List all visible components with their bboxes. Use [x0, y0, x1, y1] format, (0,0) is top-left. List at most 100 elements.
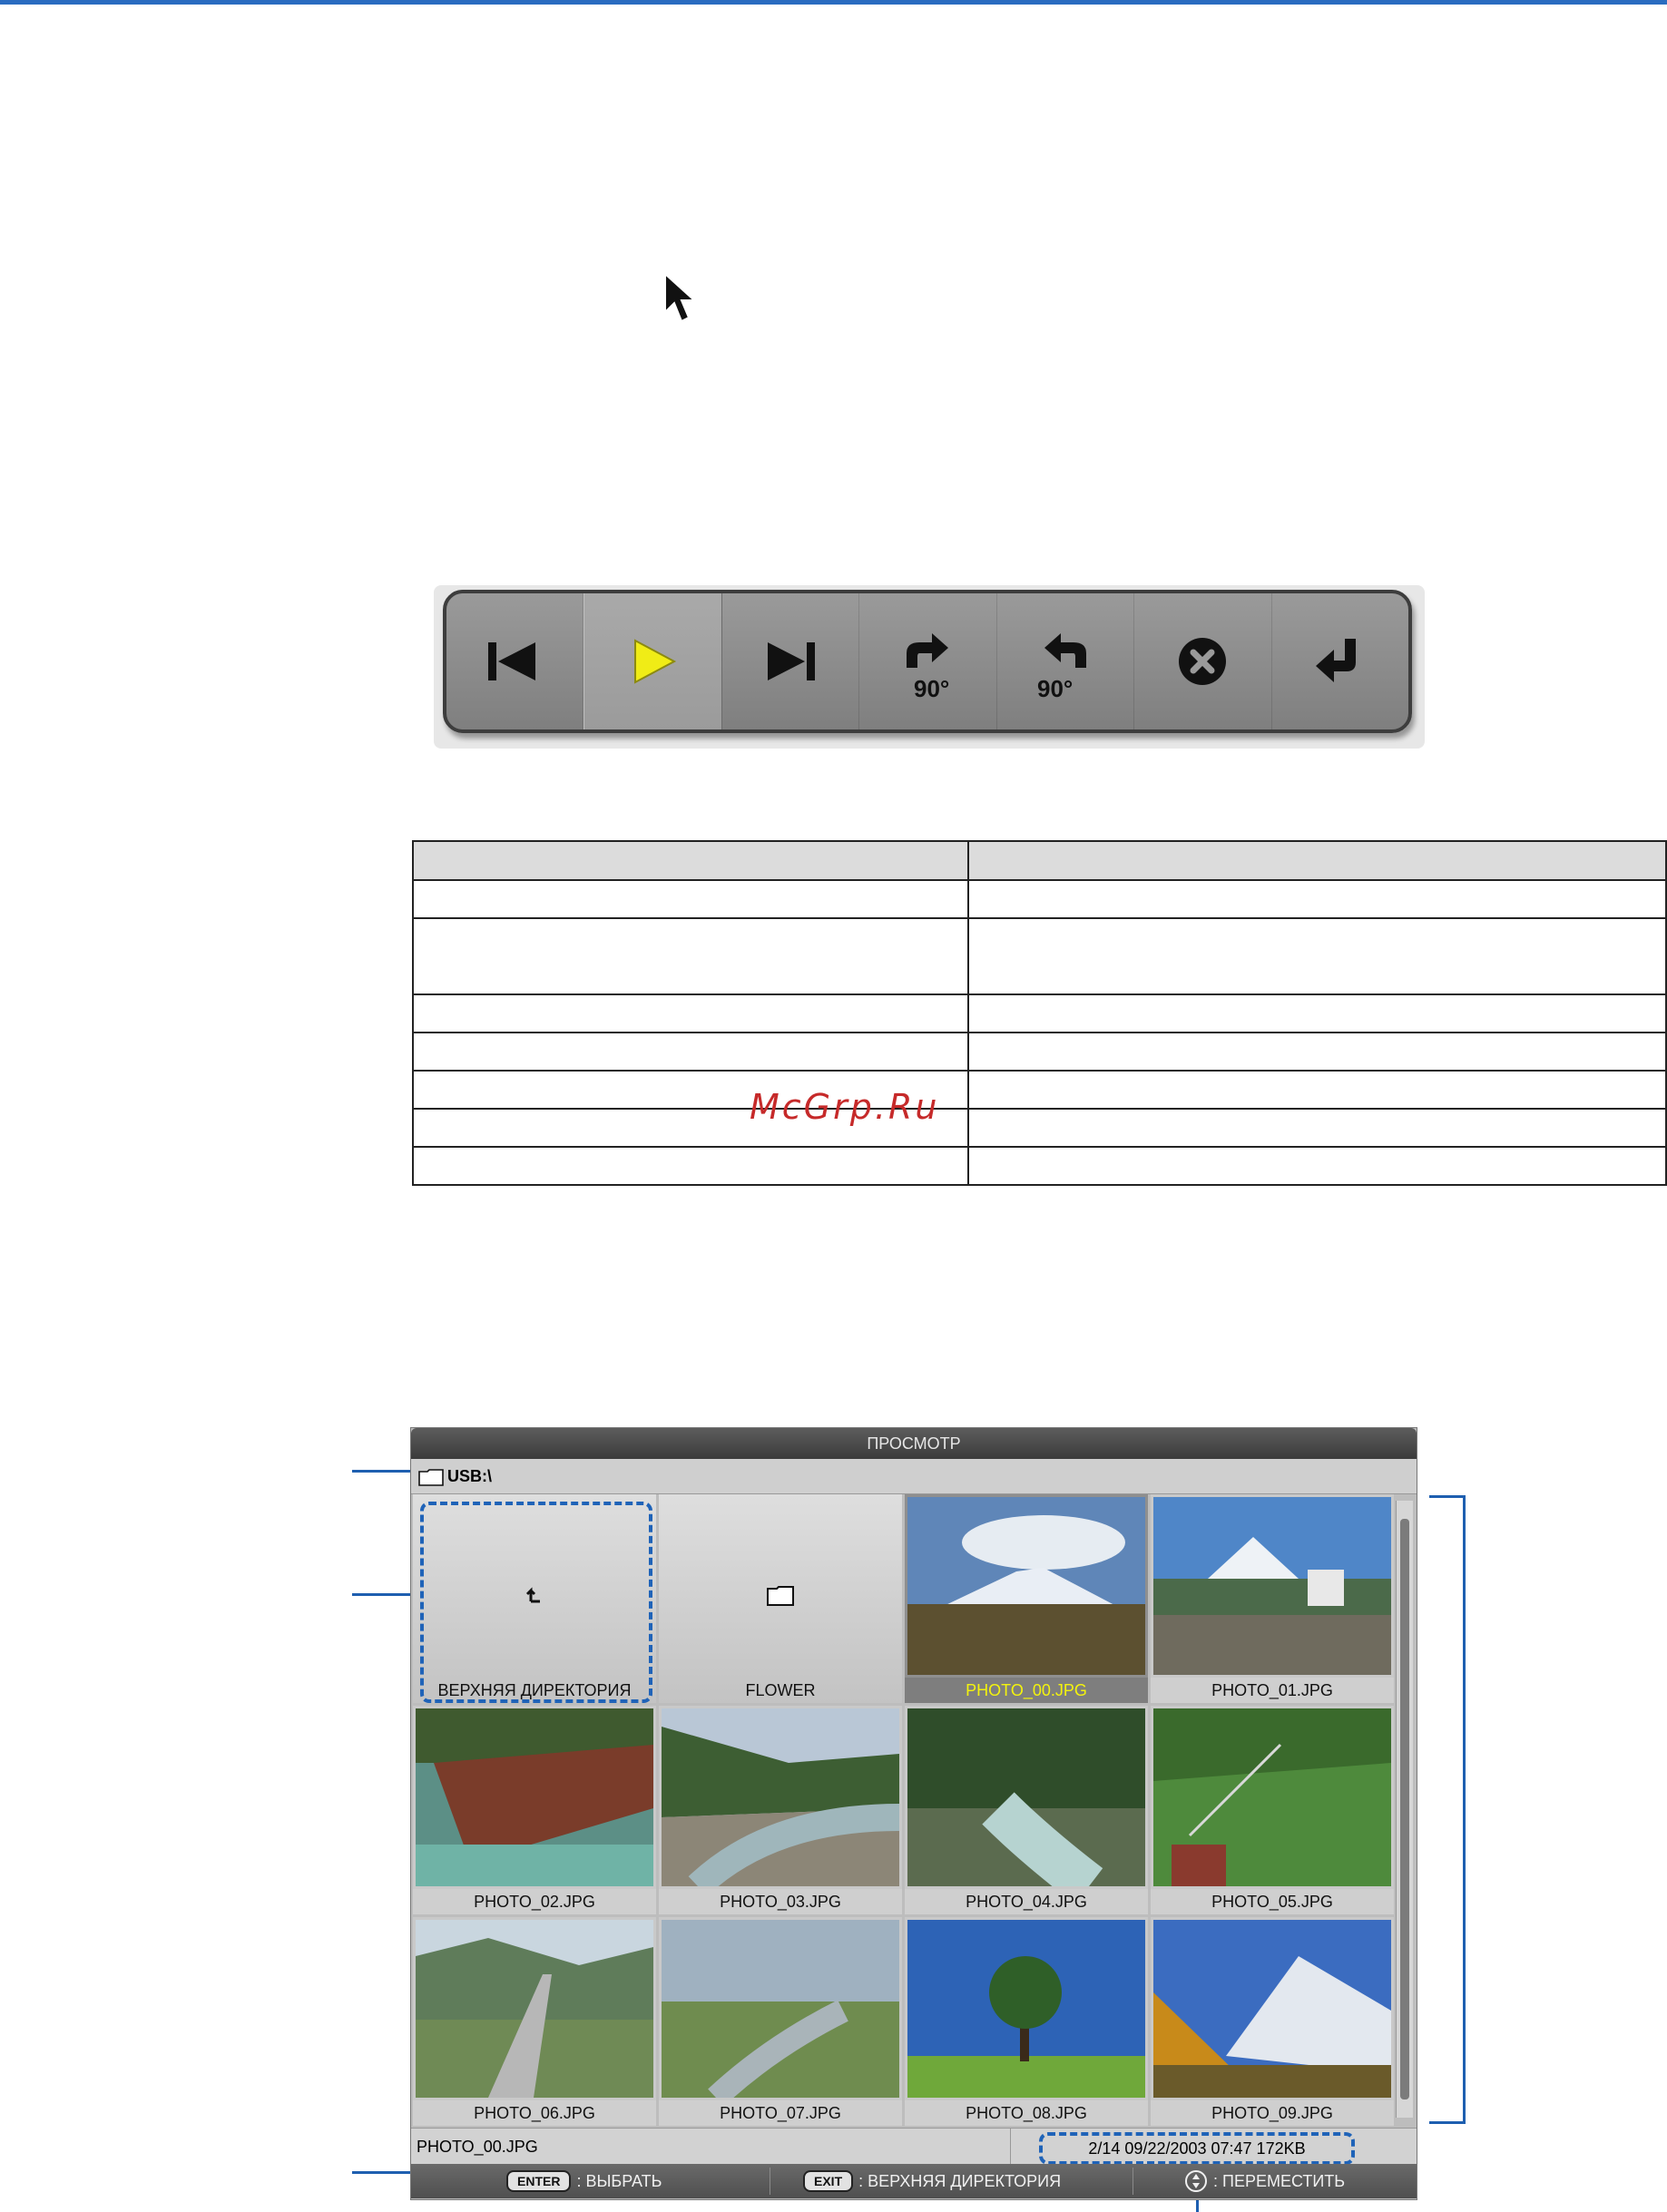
scroll-thumb[interactable]	[1400, 1519, 1409, 2099]
photo-thumbnail	[1153, 1920, 1391, 2098]
tile-photo[interactable]: PHOTO_08.JPG	[905, 1917, 1148, 2126]
table-header-row	[412, 840, 1667, 881]
tile-folder-flower[interactable]: FLOWER	[659, 1494, 902, 1703]
tile-caption: FLOWER	[745, 1681, 816, 1699]
table-cell	[967, 879, 1667, 919]
callout-line-filename	[352, 2171, 416, 2174]
tile-caption: PHOTO_09.JPG	[1151, 2100, 1394, 2126]
function-table	[412, 840, 1667, 1186]
tile-caption: PHOTO_07.JPG	[659, 2100, 902, 2126]
skip-back-icon	[488, 642, 536, 680]
skip-forward-icon	[768, 642, 816, 680]
tile-caption: PHOTO_01.JPG	[1151, 1678, 1394, 1703]
table-cell	[967, 1032, 1667, 1072]
tile-photo[interactable]: PHOTO_05.JPG	[1151, 1706, 1394, 1914]
top-rule	[0, 0, 1667, 5]
play-icon	[633, 639, 676, 684]
mouse-pointer-icon	[664, 272, 697, 323]
table-row	[412, 1108, 1667, 1148]
help-move: : ПЕРЕМЕСТИТЬ	[1184, 2164, 1345, 2198]
table-row	[412, 993, 1667, 1033]
table-cell	[967, 1070, 1667, 1110]
tile-caption: PHOTO_02.JPG	[413, 1889, 656, 1914]
tile-photo[interactable]: PHOTO_06.JPG	[413, 1917, 656, 2126]
table-header-cell	[412, 840, 969, 881]
table-cell	[412, 917, 969, 995]
tile-photo[interactable]: PHOTO_09.JPG	[1151, 1917, 1394, 2126]
folder-icon	[418, 1469, 444, 1486]
rotate-left-icon: 90°	[1037, 633, 1086, 702]
enter-key-icon: ENTER	[506, 2170, 572, 2192]
previous-button[interactable]	[446, 593, 584, 729]
callout-bracket-top	[1429, 1495, 1466, 1498]
photo-thumbnail	[907, 1920, 1145, 2098]
tile-photo[interactable]: PHOTO_07.JPG	[659, 1917, 902, 2126]
close-icon	[1179, 638, 1227, 685]
photo-thumbnail	[907, 1497, 1145, 1675]
table-cell	[412, 993, 969, 1033]
tile-caption: PHOTO_04.JPG	[905, 1889, 1148, 1914]
callout-line-tile	[352, 1593, 419, 1596]
table-cell	[412, 1032, 969, 1072]
table-row	[412, 917, 1667, 995]
photo-thumbnail	[1153, 1497, 1391, 1675]
help-bar: ENTER : ВЫБРАТЬ EXIT : ВЕРХНЯЯ ДИРЕКТОРИ…	[411, 2164, 1417, 2198]
table-cell	[412, 879, 969, 919]
tile-photo[interactable]: PHOTO_01.JPG	[1151, 1494, 1394, 1703]
tile-photo[interactable]: PHOTO_00.JPG	[905, 1494, 1148, 1703]
photo-thumbnail	[662, 1708, 899, 1886]
table-row	[412, 1146, 1667, 1186]
vertical-scrollbar[interactable]	[1396, 1501, 1413, 2118]
exit-key-icon: EXIT	[803, 2170, 854, 2192]
tile-caption: PHOTO_08.JPG	[905, 2100, 1148, 2126]
folder-icon	[767, 1586, 794, 1606]
return-icon	[1315, 639, 1356, 682]
tile-up-folder[interactable]: ВЕРХНЯЯ ДИРЕКТОРИЯ	[413, 1494, 656, 1703]
table-cell	[967, 917, 1667, 995]
tile-photo[interactable]: PHOTO_04.JPG	[905, 1706, 1148, 1914]
tile-caption: PHOTO_03.JPG	[659, 1889, 902, 1914]
table-cell	[967, 993, 1667, 1033]
help-enter: ENTER : ВЫБРАТЬ	[506, 2164, 662, 2198]
close-button[interactable]	[1134, 593, 1272, 729]
control-bar: 90° 90°	[443, 590, 1412, 733]
thumbnail-grid: ВЕРХНЯЯ ДИРЕКТОРИЯ FLOWER PHOTO_00.JPG P…	[411, 1494, 1395, 2126]
callout-bracket-side	[1463, 1495, 1466, 2124]
current-path: USB:\	[447, 1467, 492, 1485]
tile-caption: PHOTO_00.JPG	[905, 1678, 1148, 1703]
callout-line-path	[352, 1470, 416, 1473]
table-row	[412, 1032, 1667, 1072]
table-cell	[967, 1108, 1667, 1148]
rotate-left-label: 90°	[1037, 675, 1073, 702]
status-divider	[1010, 2129, 1011, 2165]
tile-photo[interactable]: PHOTO_02.JPG	[413, 1706, 656, 1914]
photo-thumbnail	[416, 1708, 653, 1886]
photo-thumbnail	[1153, 1708, 1391, 1886]
help-exit: EXIT : ВЕРХНЯЯ ДИРЕКТОРИЯ	[803, 2164, 1061, 2198]
table-cell	[412, 1146, 969, 1186]
photo-thumbnail	[907, 1708, 1145, 1886]
status-file-info: 2/14 09/22/2003 07:47 172KB	[1039, 2132, 1355, 2165]
table-row	[412, 1070, 1667, 1110]
rotate-right-label: 90°	[914, 675, 949, 702]
rotate-left-button[interactable]: 90°	[997, 593, 1135, 729]
up-arrow-icon	[525, 1587, 540, 1603]
callout-bracket-bottom	[1429, 2121, 1466, 2124]
table-row	[412, 879, 1667, 919]
tile-photo[interactable]: PHOTO_03.JPG	[659, 1706, 902, 1914]
watermark: McGrp.Ru	[750, 1087, 940, 1127]
viewer-title: ПРОСМОТР	[411, 1428, 1417, 1459]
arrow-pad-icon	[1185, 2170, 1207, 2192]
tile-caption: PHOTO_05.JPG	[1151, 1889, 1394, 1914]
rotate-right-icon: 90°	[907, 633, 950, 702]
photo-thumbnail	[416, 1920, 653, 2098]
rotate-right-button[interactable]: 90°	[859, 593, 997, 729]
play-button[interactable]	[583, 593, 722, 729]
table-cell	[967, 1146, 1667, 1186]
return-button[interactable]	[1272, 593, 1408, 729]
next-button[interactable]	[722, 593, 860, 729]
status-filename: PHOTO_00.JPG	[417, 2138, 538, 2156]
tile-caption: ВЕРХНЯЯ ДИРЕКТОРИЯ	[437, 1681, 632, 1699]
help-text: : ВЕРХНЯЯ ДИРЕКТОРИЯ	[858, 2172, 1062, 2190]
photo-thumbnail	[662, 1920, 899, 2098]
